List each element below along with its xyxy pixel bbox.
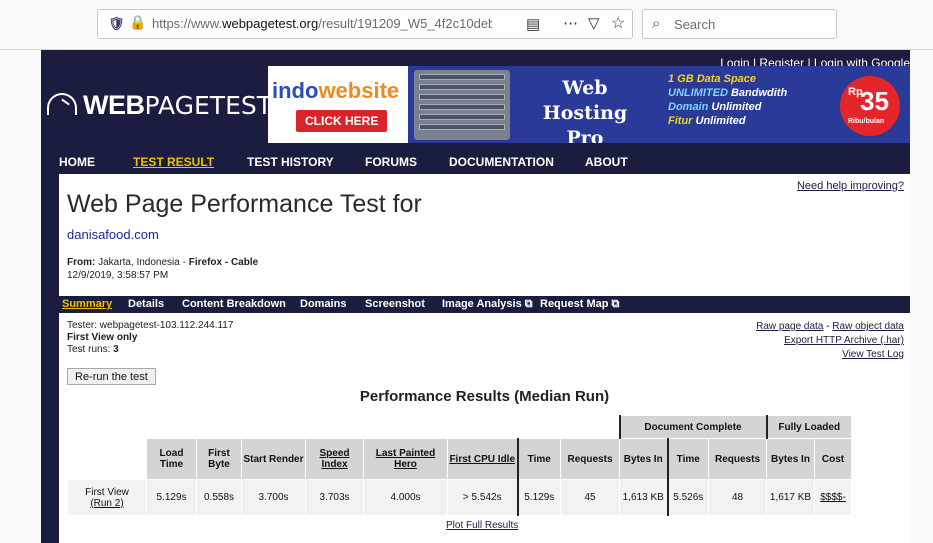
first-byte-value: 0.558s	[196, 479, 242, 516]
speed-index-value: 3.703s	[305, 479, 364, 516]
advertisement-banner[interactable]: indowebsite CLICK HERE Web Hosting Pro 1…	[268, 66, 910, 143]
doc-time-value: 5.129s	[516, 479, 561, 516]
url-bar[interactable]: 🛡 🔒 https://www.webpagetest.org/result/1…	[97, 9, 633, 39]
ad-click-button[interactable]: CLICK HERE	[296, 110, 388, 132]
nav-about[interactable]: ABOUT	[585, 155, 628, 169]
rerun-test-button[interactable]: Re-run the test	[67, 368, 156, 385]
search-input[interactable]: ⌕ Search	[642, 9, 837, 39]
load-time-value: 5.129s	[146, 479, 197, 516]
tab-image-analysis[interactable]: Image Analysis ⧉	[442, 298, 533, 311]
tab-screenshot[interactable]: Screenshot	[365, 298, 425, 310]
results-heading: Performance Results (Median Run)	[359, 388, 610, 405]
ad-features: 1 GB Data Space UNLIMITED Bandwdith Doma…	[668, 73, 788, 127]
nav-documentation[interactable]: DOCUMENTATION	[449, 155, 554, 169]
nav-test-history[interactable]: TEST HISTORY	[247, 155, 334, 169]
first-byte-header: First Byte	[196, 438, 242, 480]
export-har-link[interactable]: Export HTTP Archive (.har)	[784, 335, 904, 346]
raw-data-links: Raw page data - Raw object data Export H…	[756, 321, 904, 360]
start-render-header: Start Render	[241, 438, 306, 480]
raw-page-data-link[interactable]: Raw page data	[756, 321, 823, 332]
last-painted-hero-value: 4.000s	[363, 479, 448, 516]
cost-link[interactable]: $$$$-	[820, 492, 846, 503]
raw-object-data-link[interactable]: Raw object data	[832, 321, 904, 332]
first-view-cell: First View (Run 2)	[67, 479, 147, 516]
start-render-value: 3.700s	[241, 479, 306, 516]
tab-domains[interactable]: Domains	[300, 298, 346, 310]
ad-price-badge: Rp 35 Ribu/bulan	[840, 76, 900, 136]
nav-test-result[interactable]: TEST RESULT	[133, 155, 214, 169]
load-time-header: Load Time	[146, 438, 197, 480]
webpagetest-logo[interactable]: WEBPAGETEST	[47, 90, 272, 121]
full-requests-value: 48	[708, 479, 767, 516]
tested-site-link[interactable]: danisafood.com	[67, 227, 159, 242]
bookmark-star-icon[interactable]: ☆	[611, 13, 625, 33]
table-row: First View (Run 2) 5.129s 0.558s 3.700s 3…	[67, 479, 852, 516]
result-tabs: Summary Details Content Breakdown Domain…	[59, 296, 910, 313]
full-bytes-value: 1,617 KB	[766, 479, 815, 516]
ad-headline: Web Hosting Pro	[542, 77, 628, 143]
gauge-icon	[47, 93, 77, 115]
pocket-icon[interactable]: ▽	[588, 14, 600, 32]
nav-home[interactable]: HOME	[59, 155, 95, 169]
tester-id: Tester: webpagetest-103.112.244.117	[67, 320, 234, 331]
search-icon: ⌕	[652, 15, 661, 32]
ad-brand-panel: indowebsite CLICK HERE	[268, 66, 408, 143]
plot-full-results-link[interactable]: Plot Full Results	[446, 520, 518, 531]
external-link-icon: ⧉	[611, 298, 620, 310]
fully-loaded-header: Fully Loaded	[765, 415, 852, 439]
doc-bytes-header: Bytes In	[619, 438, 668, 480]
main-nav: HOME TEST RESULT TEST HISTORY FORUMS DOC…	[41, 154, 910, 174]
page-actions-icon[interactable]: ⋯	[563, 14, 578, 32]
server-rack-image	[414, 70, 510, 140]
test-info: Tester: webpagetest-103.112.244.117 Firs…	[67, 320, 233, 356]
test-location: From: Jakarta, Indonesia - Firefox - Cab…	[67, 257, 259, 281]
cost-header: Cost	[814, 438, 852, 480]
speed-index-header[interactable]: Speed Index	[319, 448, 349, 470]
help-improving-link[interactable]: Need help improving?	[797, 180, 904, 192]
tab-request-map[interactable]: Request Map ⧉	[540, 298, 619, 311]
page-title: Web Page Performance Test for	[67, 190, 422, 218]
doc-requests-value: 45	[560, 479, 620, 516]
full-time-header: Time	[666, 438, 709, 480]
tab-details[interactable]: Details	[128, 298, 164, 310]
doc-time-header: Time	[516, 438, 561, 480]
first-cpu-idle-header[interactable]: First CPU Idle	[449, 454, 515, 465]
ad-brand: indowebsite	[272, 78, 400, 103]
browser-toolbar: 🛡 🔒 https://www.webpagetest.org/result/1…	[0, 0, 933, 50]
full-bytes-header: Bytes In	[766, 438, 815, 480]
test-runs: Test runs: 3	[67, 344, 119, 355]
view-test-log-link[interactable]: View Test Log	[842, 349, 904, 360]
main-content: Need help improving? Web Page Performanc…	[59, 174, 910, 543]
tab-content-breakdown[interactable]: Content Breakdown	[182, 298, 286, 310]
first-view-only: First View only	[67, 332, 138, 343]
nav-forums[interactable]: FORUMS	[365, 155, 417, 169]
results-table: Document Complete Fully Loaded Load Time…	[67, 415, 852, 516]
document-complete-header: Document Complete	[618, 415, 767, 439]
doc-bytes-value: 1,613 KB	[619, 479, 668, 516]
doc-requests-header: Requests	[560, 438, 620, 480]
reader-view-icon[interactable]: ▤	[526, 15, 540, 33]
run-2-link[interactable]: (Run 2)	[90, 498, 123, 509]
lock-icon[interactable]: 🔒	[129, 14, 146, 31]
full-requests-header: Requests	[708, 438, 767, 480]
last-painted-hero-header[interactable]: Last Painted Hero	[376, 448, 435, 470]
tab-summary[interactable]: Summary	[62, 298, 112, 310]
webpagetest-page: Login | Register | Login with Google WEB…	[41, 50, 910, 543]
test-date: 12/9/2019, 3:58:57 PM	[67, 270, 169, 281]
tracking-shield-icon[interactable]: 🛡	[108, 16, 125, 32]
external-link-icon: ⧉	[524, 298, 533, 310]
first-cpu-idle-value: > 5.542s	[447, 479, 518, 516]
url-text[interactable]: https://www.webpagetest.org/result/19120…	[152, 16, 492, 31]
full-time-value: 5.526s	[666, 479, 709, 516]
search-placeholder: Search	[674, 17, 716, 32]
